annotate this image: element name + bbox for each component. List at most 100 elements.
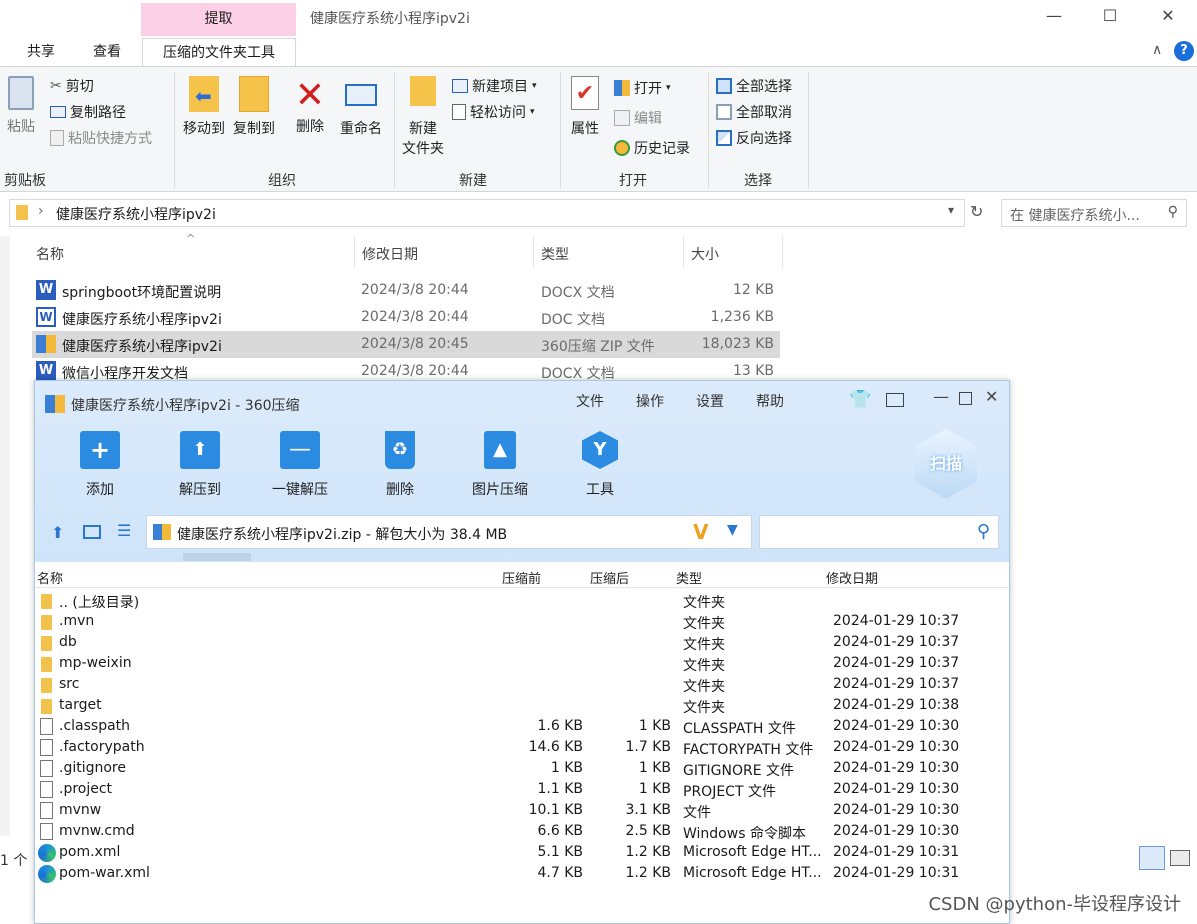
path-icon [50, 106, 66, 118]
menu-operation[interactable]: 操作 [636, 391, 664, 411]
archive-search-input[interactable]: ⚲ [759, 515, 999, 549]
column-header-name[interactable]: 名称 [36, 244, 64, 264]
archive-row[interactable]: .classpath 1.6 KB 1 KB CLASSPATH 文件 2024-01-… [37, 717, 1007, 738]
menu-help[interactable]: 帮助 [756, 391, 784, 411]
column-header-size[interactable]: 大小 [691, 244, 719, 264]
paste-shortcut-button[interactable]: 粘贴快捷方式 [50, 128, 152, 148]
thumbnail-view-icon[interactable] [83, 525, 101, 539]
zip-column-before[interactable]: 压缩前 [502, 568, 541, 587]
zip-close-icon[interactable]: ✕ [985, 387, 998, 406]
divider [560, 72, 561, 188]
zip-column-date[interactable]: 修改日期 [826, 568, 878, 587]
folder-icon [41, 657, 52, 672]
large-icons-view-icon[interactable] [1170, 850, 1190, 866]
invert-selection-button[interactable]: 反向选择 [716, 128, 792, 148]
file-row-selected[interactable]: 健康医疗系统小程序ipv2i 2024/3/8 20:45 360压缩 ZIP … [32, 331, 780, 358]
tool-extract-to-button[interactable]: ⬆ 解压到 [155, 431, 245, 499]
archive-row[interactable]: db 文件夹 2024-01-29 10:37 [37, 633, 1007, 654]
breadcrumb[interactable]: 健康医疗系统小程序ipv2i [56, 204, 216, 224]
divider [35, 587, 1009, 588]
column-header-type[interactable]: 类型 [541, 244, 569, 264]
properties-button[interactable]: ✔ 属性 [566, 76, 604, 138]
archive-row[interactable]: .mvn 文件夹 2024-01-29 10:37 [37, 612, 1007, 633]
search-icon: ⚲ [1167, 204, 1178, 220]
sort-ascending-icon: ^ [186, 232, 196, 245]
skin-shirt-icon[interactable]: 👕 [849, 389, 871, 410]
folder-icon [16, 205, 28, 220]
tool-tools-button[interactable]: Y 工具 [555, 431, 645, 499]
close-icon[interactable]: ✕ [1148, 6, 1188, 30]
copy-path-button[interactable]: 复制路径 [50, 102, 126, 122]
archive-row[interactable]: pom.xml 5.1 KB 1.2 KB Microsoft Edge HT... 2… [37, 843, 1007, 864]
folder-icon [41, 678, 52, 693]
maximize-icon[interactable]: ☐ [1090, 6, 1130, 30]
edit-button[interactable]: 编辑 [614, 108, 662, 128]
copy-to-button[interactable]: 复制到 [228, 76, 280, 138]
zip-maximize-icon[interactable] [959, 392, 972, 405]
tool-delete-button[interactable]: ♻ 删除 [355, 431, 445, 499]
file-row[interactable]: W springboot环境配置说明 2024/3/8 20:44 DOCX 文… [32, 277, 780, 304]
scissors-icon: ✂ [50, 78, 62, 94]
up-arrow-icon[interactable]: ⬆ [51, 523, 64, 542]
archive-row[interactable]: target 文件夹 2024-01-29 10:38 [37, 696, 1007, 717]
address-bar[interactable]: › 健康医疗系统小程序ipv2i ▾ [9, 199, 965, 227]
zip-column-after[interactable]: 压缩后 [590, 568, 629, 587]
minimize-icon[interactable]: — [1034, 6, 1074, 30]
open-button[interactable]: 打开 ▾ [614, 78, 671, 98]
tool-one-click-extract-button[interactable]: — 一键解压 [255, 431, 345, 499]
search-icon[interactable]: ⚲ [977, 521, 990, 542]
rename-button[interactable]: 重命名 [336, 76, 386, 138]
archive-path-bar[interactable]: 健康医疗系统小程序ipv2i.zip - 解包大小为 38.4 MB V ▼ [146, 515, 752, 549]
folder-icon [41, 636, 52, 651]
archive-row[interactable]: .project 1.1 KB 1 KB PROJECT 文件 2024-01-29 1… [37, 780, 1007, 801]
archive-row[interactable]: .gitignore 1 KB 1 KB GITIGNORE 文件 2024-01-29… [37, 759, 1007, 780]
status-item-count: 1 个 [0, 853, 28, 869]
tool-add-button[interactable]: + 添加 [55, 431, 145, 499]
help-icon[interactable]: ? [1174, 41, 1194, 61]
search-input[interactable]: 在 健康医疗系统小... ⚲ [1001, 199, 1187, 227]
delete-button[interactable]: ✕ 删除 [292, 76, 328, 136]
menu-settings[interactable]: 设置 [696, 391, 724, 411]
easy-access-button[interactable]: 轻松访问 ▾ [452, 102, 535, 122]
new-item-button[interactable]: 新建项目 ▾ [452, 76, 537, 96]
extract-context-tab[interactable]: 提取 [141, 3, 296, 36]
move-to-button[interactable]: ⬅ 移动到 [178, 76, 230, 138]
chevron-down-icon[interactable]: ▼ [727, 522, 738, 538]
feedback-icon[interactable] [886, 393, 904, 407]
paste-button[interactable]: 粘贴 [4, 76, 38, 136]
archive-row[interactable]: src 文件夹 2024-01-29 10:37 [37, 675, 1007, 696]
zip-column-name[interactable]: 名称 [37, 568, 63, 587]
file-row[interactable]: W 健康医疗系统小程序ipv2i 2024/3/8 20:44 DOC 文档 1… [32, 304, 780, 331]
new-folder-button[interactable]: 新建 文件夹 [398, 76, 448, 158]
divider [708, 72, 709, 188]
archive-row[interactable]: mp-weixin 文件夹 2024-01-29 10:37 [37, 654, 1007, 675]
archive-row[interactable]: .factorypath 14.6 KB 1.7 KB FACTORYPATH 文件 2… [37, 738, 1007, 759]
column-header-date[interactable]: 修改日期 [362, 244, 418, 264]
folder-icon [41, 699, 52, 714]
clipboard-group-label: 剪贴板 [4, 173, 46, 189]
menu-file[interactable]: 文件 [576, 391, 604, 411]
list-view-icon[interactable]: ☰ [117, 521, 131, 540]
zip-archive-window: 健康医疗系统小程序ipv2i - 360压缩 文件 操作 设置 帮助 👕 — ✕… [34, 380, 1010, 924]
zip-minimize-icon[interactable]: — [933, 387, 949, 406]
details-view-icon[interactable] [1139, 846, 1165, 870]
select-all-button[interactable]: 全部选择 [716, 76, 792, 96]
tool-image-compress-button[interactable]: ▲ 图片压缩 [455, 431, 545, 499]
archive-row[interactable]: mvnw.cmd 6.6 KB 2.5 KB Windows 命令脚本 2024-01-… [37, 822, 1007, 843]
tab-compressed-tools[interactable]: 压缩的文件夹工具 [142, 38, 296, 66]
select-none-button[interactable]: 全部取消 [716, 102, 792, 122]
tab-view[interactable]: 查看 [80, 38, 134, 66]
breadcrumb-chevron-icon: › [38, 203, 44, 219]
history-button[interactable]: 历史记录 [614, 138, 690, 158]
archive-row[interactable]: mvnw 10.1 KB 3.1 KB 文件 2024-01-29 10:30 [37, 801, 1007, 822]
archive-row[interactable]: pom-war.xml 4.7 KB 1.2 KB Microsoft Edge HT… [37, 864, 1007, 885]
archive-row[interactable]: .. (上级目录) 文件夹 [37, 591, 1007, 612]
refresh-icon[interactable]: ↻ [970, 202, 983, 221]
collapse-ribbon-icon[interactable]: ∧ [1152, 42, 1162, 58]
file-icon [40, 802, 53, 819]
zip-column-type[interactable]: 类型 [676, 568, 702, 587]
chevron-down-icon[interactable]: ▾ [948, 203, 954, 217]
cut-button[interactable]: ✂ 剪切 [50, 76, 94, 96]
scrollbar-thumb[interactable] [183, 553, 251, 561]
tab-share[interactable]: 共享 [14, 38, 68, 66]
